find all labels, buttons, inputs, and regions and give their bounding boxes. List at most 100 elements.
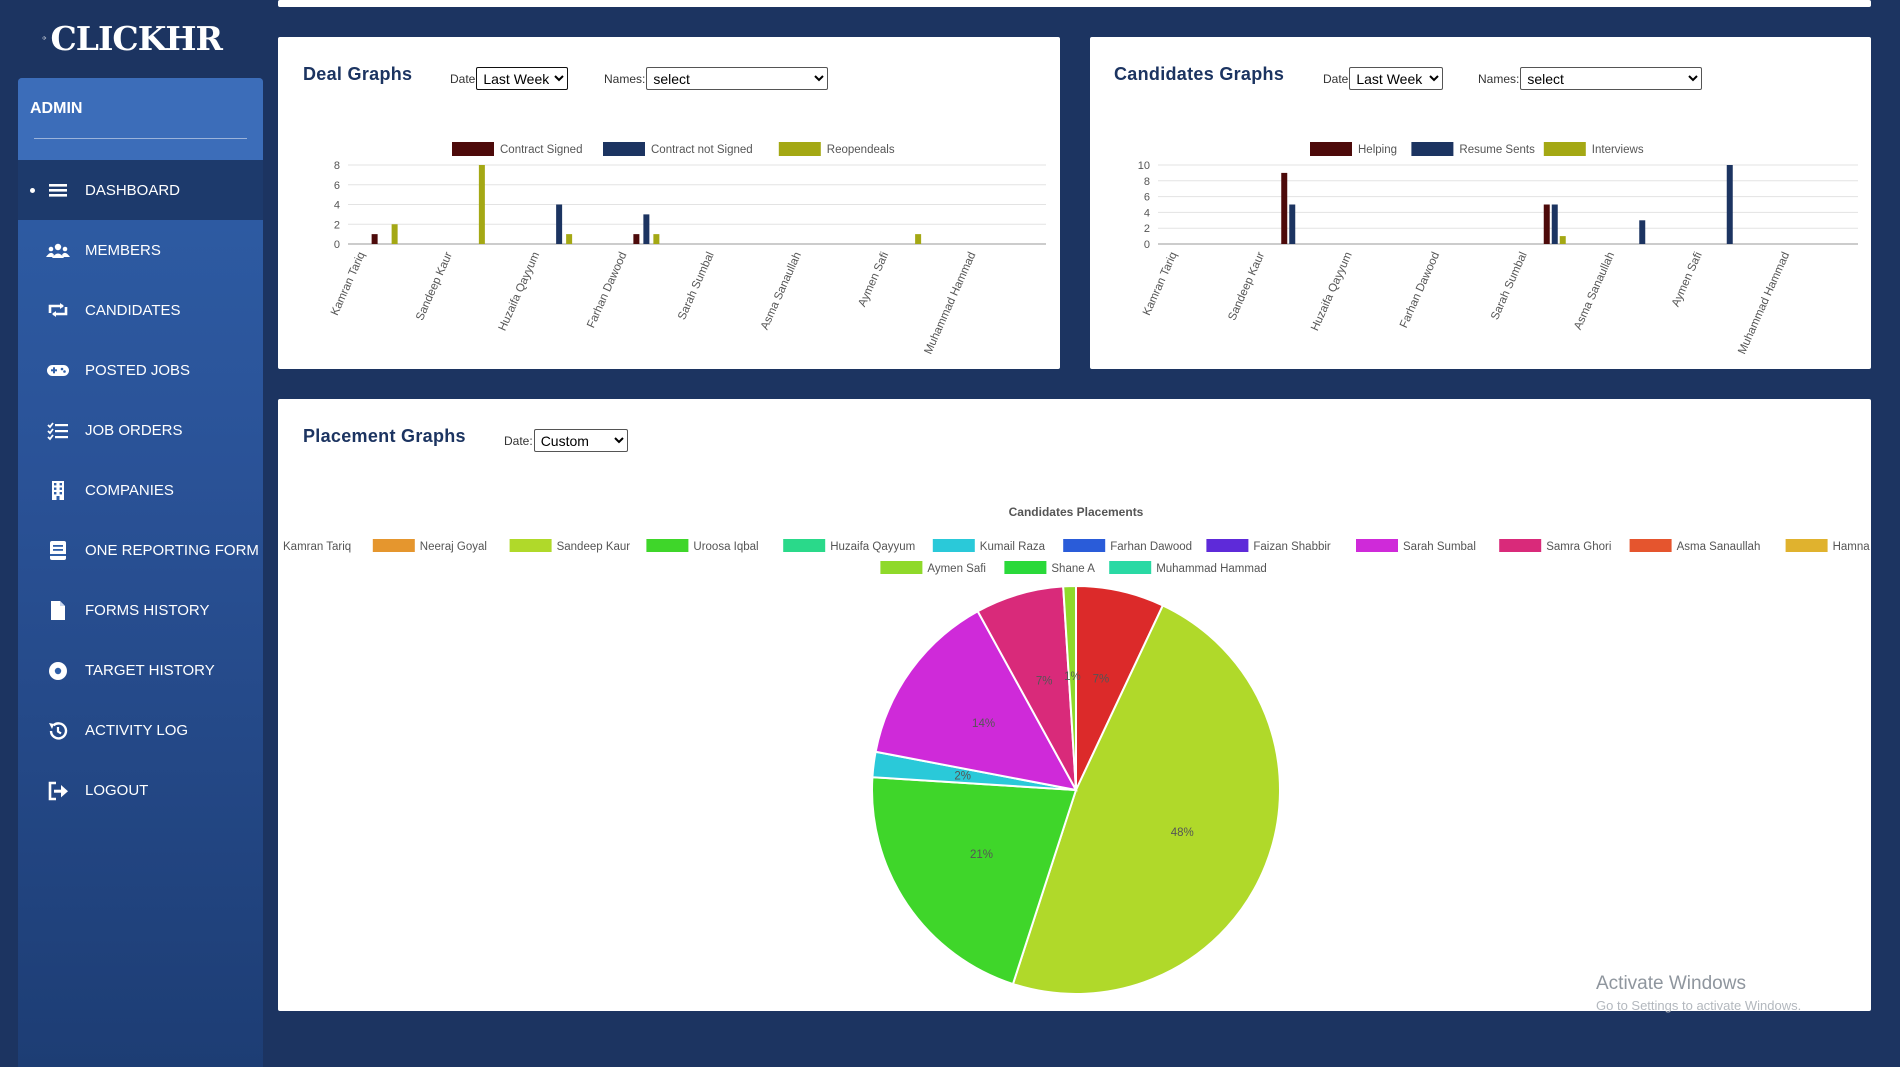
pie-legend-label-kumail-raza: Kumail Raza — [980, 541, 1046, 553]
deal-x-tick-label: Asma Sanaullah — [759, 250, 804, 331]
sidebar-role-label: ADMIN — [30, 100, 83, 117]
pie-legend-swatch-samra-ghori — [1499, 539, 1542, 552]
brand-logo[interactable]: CLICKHR — [42, 18, 223, 58]
pie-legend-label-uroosa-iqbal: Uroosa Iqbal — [693, 541, 758, 553]
cand-legend-swatch-resume-sents — [1411, 142, 1454, 156]
deal-legend-swatch-reopendeals — [778, 142, 821, 156]
sidebar-item-label: LOGOUT — [85, 781, 149, 799]
sidebar-item-target-history[interactable]: TARGET HISTORY — [18, 640, 263, 700]
deal-legend-swatch-contract-signed — [452, 142, 494, 156]
menu-icon — [46, 180, 70, 200]
gamepad-icon — [46, 360, 70, 380]
candidates-bar-chart: 0 2 4 6 8 10 Helping Resume Sents Interviews Kamr… — [1138, 142, 1858, 356]
deal-bar-chart: 0 2 4 6 8 Contract Signed Contract not Signed R… — [329, 142, 1046, 356]
pie-legend-swatch-hamna-baber — [1785, 539, 1828, 552]
sidebar-item-label: FORMS HISTORY — [85, 601, 210, 619]
sidebar-item-forms-history[interactable]: FORMS HISTORY — [18, 580, 263, 640]
pie-legend-swatch-muhammad-hammad — [1109, 561, 1152, 574]
cand-x-tick-label: Aymen Safi — [1670, 250, 1705, 308]
deal-bar-reopendeals-farhan-dawood — [653, 234, 660, 244]
target-icon — [46, 660, 70, 680]
deal-bar-contract-signed-farhan-dawood — [633, 234, 640, 244]
sidebar-item-companies[interactable]: COMPANIES — [18, 460, 263, 520]
users-icon — [46, 240, 70, 260]
sidebar-item-logout[interactable]: LOGOUT — [18, 760, 263, 820]
cand-y-tick-label: 6 — [1144, 192, 1150, 204]
cand-bar-interviews-sarah-sumbal — [1559, 236, 1566, 244]
building-icon — [46, 480, 70, 500]
sidebar-item-one-reporting-form[interactable]: ONE REPORTING FORM — [18, 520, 263, 580]
pie-slice-label: 2% — [954, 771, 971, 783]
sidebar-item-label: ONE REPORTING FORM — [85, 541, 259, 559]
deal-bar-reopendeals-huzaifa-qayyum — [566, 234, 573, 244]
deal-legend-label-reopendeals: Reopendeals — [827, 144, 895, 156]
pie-title: Candidates Placements — [1009, 505, 1144, 519]
pie-legend-label-farhan-dawood: Farhan Dawood — [1110, 541, 1192, 553]
sidebar-item-members[interactable]: MEMBERS — [18, 220, 263, 280]
cand-x-tick-label: Muhammad Hammad — [1736, 250, 1792, 356]
sidebar-divider — [34, 138, 247, 139]
brand-name: CLICKHR — [50, 18, 223, 58]
sidebar-item-label: POSTED JOBS — [85, 361, 191, 379]
deal-x-tick-label: Muhammad Hammad — [923, 250, 979, 356]
deal-bar-reopendeals-kamran-tariq — [391, 224, 398, 244]
pie-legend-swatch-sandeep-kaur — [509, 539, 552, 552]
active-indicator-dot — [30, 188, 35, 193]
placement-graphs-card: Placement Graphs Date: Custom Candidates… — [278, 399, 1871, 1011]
sidebar-item-label: COMPANIES — [85, 481, 174, 499]
cand-legend-swatch-helping — [1310, 142, 1352, 156]
sidebar-item-activity-log[interactable]: ACTIVITY LOG — [18, 700, 263, 760]
deal-y-tick-label: 6 — [334, 180, 340, 192]
logo-mark-icon — [42, 35, 47, 41]
candidates-graphs-card: Candidates Graphs Date Last Week Names: … — [1090, 37, 1871, 369]
form-icon — [46, 540, 70, 560]
cand-legend-swatch-interviews — [1543, 142, 1586, 156]
cand-y-tick-label: 2 — [1144, 223, 1150, 235]
sidebar-item-dashboard[interactable]: DASHBOARD — [18, 160, 263, 220]
pie-slice-label: 7% — [1093, 674, 1110, 686]
top-card-edge — [278, 0, 1871, 7]
cand-x-tick-label: Huzaifa Qayyum — [1309, 250, 1355, 333]
sidebar-item-candidates[interactable]: CANDIDATES — [18, 280, 263, 340]
pie-slice-label: 14% — [972, 718, 995, 730]
pie-legend-swatch-sarah-sumbal — [1356, 539, 1398, 552]
cand-y-tick-label: 8 — [1144, 176, 1150, 188]
cand-bar-resume-sents-sandeep-kaur — [1289, 204, 1296, 244]
tasks-icon — [46, 420, 70, 440]
cand-bar-helping-sandeep-kaur — [1281, 172, 1288, 244]
sidebar-item-label: MEMBERS — [85, 241, 161, 259]
deal-bar-reopendeals-aymen-safi — [915, 234, 922, 244]
placement-pie-chart: Candidates Placements Kamran Tariq Neeraj … — [283, 505, 1871, 995]
pie-legend-swatch-huzaifa-qayyum — [783, 539, 826, 552]
cand-legend-label-resume-sents: Resume Sents — [1459, 144, 1535, 156]
cand-x-tick-label: Asma Sanaullah — [1572, 250, 1617, 331]
deal-bar-contract-signed-kamran-tariq — [371, 234, 378, 244]
pie-legend-label-huzaifa-qayyum: Huzaifa Qayyum — [830, 541, 915, 553]
retweet-icon — [46, 300, 70, 320]
cand-y-tick-label: 10 — [1138, 160, 1150, 172]
cand-legend-label-helping: Helping — [1358, 144, 1397, 156]
pie-legend-swatch-farhan-dawood — [1063, 539, 1106, 552]
sidebar-item-posted-jobs[interactable]: POSTED JOBS — [18, 340, 263, 400]
deal-bar-contract-not-signed-farhan-dawood — [643, 214, 650, 244]
deal-bar-reopendeals-sandeep-kaur — [478, 165, 485, 244]
sidebar-item-label: DASHBOARD — [85, 181, 181, 199]
cand-legend-label-interviews: Interviews — [1592, 144, 1644, 156]
pie-slice-label: 7% — [1036, 675, 1053, 687]
deal-y-tick-label: 0 — [334, 239, 340, 251]
deal-y-tick-label: 2 — [334, 219, 340, 231]
cand-bar-helping-sarah-sumbal — [1543, 204, 1550, 244]
sidebar-item-label: ACTIVITY LOG — [85, 721, 189, 739]
pie-legend-label-shane-a: Shane A — [1051, 563, 1095, 575]
cand-y-tick-label: 0 — [1144, 239, 1150, 251]
sidebar-header: ADMIN — [18, 78, 263, 160]
pie-legend-label-asma-sanaullah: Asma Sanaullah — [1677, 541, 1761, 553]
pie-legend-swatch-shane-a — [1004, 561, 1047, 574]
sidebar-item-job-orders[interactable]: JOB ORDERS — [18, 400, 263, 460]
deal-y-tick-label: 4 — [334, 200, 340, 212]
deal-x-tick-label: Aymen Safi — [856, 250, 891, 308]
file-icon — [46, 600, 70, 620]
history-icon — [46, 720, 70, 740]
pie-legend-label-kamran-tariq: Kamran Tariq — [283, 541, 351, 553]
pie-legend-label-hamna-baber: Hamna Baber — [1833, 541, 1871, 553]
